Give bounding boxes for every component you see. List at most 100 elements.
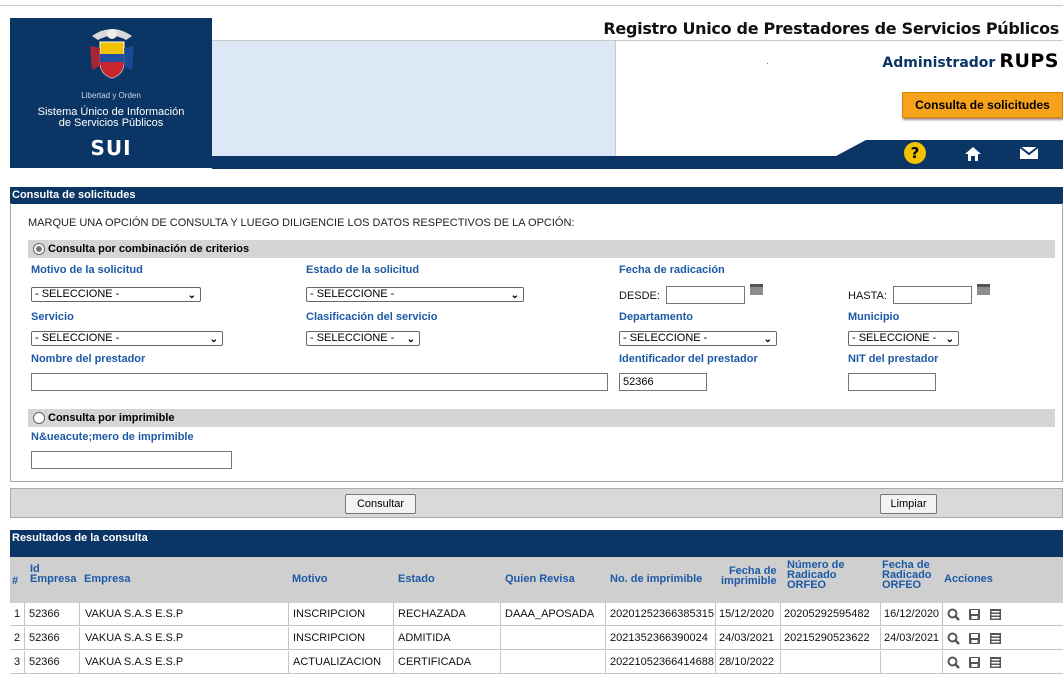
col-fecha-imprimible[interactable]: Fecha de imprimible — [721, 566, 777, 587]
departamento-select[interactable]: - SELECCIONE - ⌄ — [619, 331, 777, 346]
chevron-down-icon: ⌄ — [510, 290, 519, 301]
municipio-select[interactable]: - SELECCIONE - ⌄ — [848, 331, 959, 346]
col-imprimible[interactable]: No. de imprimible — [610, 574, 702, 585]
form-instruction: MARQUE UNA OPCIÓN DE CONSULTA Y LUEGO DI… — [28, 217, 575, 229]
detail-icon[interactable] — [989, 608, 1002, 621]
desde-input[interactable] — [666, 286, 745, 304]
limpiar-button[interactable]: Limpiar — [880, 494, 937, 514]
cell-divider — [605, 603, 606, 626]
group-imprimible-header[interactable]: Consulta por imprimible — [28, 409, 1055, 427]
cell-divider — [393, 651, 394, 674]
cell-motivo: ACTUALIZACION — [293, 656, 382, 668]
search-icon[interactable] — [947, 632, 960, 645]
motivo-select[interactable]: - SELECCIONE - ⌄ — [31, 287, 201, 302]
cell-divider — [24, 603, 25, 626]
logo-system-name: Sistema Único de Información de Servicio… — [10, 107, 212, 129]
cell-divider — [942, 627, 943, 650]
cell-radicado: 20205292595482 — [784, 608, 870, 620]
cell-divider — [605, 651, 606, 674]
cell-divider — [880, 651, 881, 674]
chevron-down-icon: ⌄ — [209, 334, 218, 345]
consulta-solicitudes-button[interactable]: Consulta de solicitudes — [902, 92, 1063, 118]
group-criterios-header[interactable]: Consulta por combinación de criterios — [28, 240, 1055, 258]
hasta-input[interactable] — [893, 286, 972, 304]
nav-bar — [212, 156, 1063, 169]
cell-divider — [780, 651, 781, 674]
estado-select[interactable]: - SELECCIONE - ⌄ — [306, 287, 524, 302]
cell-num: 1 — [14, 608, 21, 620]
cell-divider — [715, 651, 716, 674]
clasificacion-select[interactable]: - SELECCIONE - ⌄ — [306, 331, 420, 346]
nit-input[interactable] — [848, 373, 936, 391]
cell-quien: DAAA_APOSADA — [505, 608, 595, 620]
cell-divider — [79, 627, 80, 650]
search-icon[interactable] — [947, 656, 960, 669]
municipio-select-value: - SELECCIONE - — [852, 332, 937, 344]
col-fecha-radicado[interactable]: Fecha de Radicado ORFEO — [882, 560, 932, 591]
imprimible-group-label: Consulta por imprimible — [48, 412, 175, 424]
col-num: # — [12, 575, 19, 587]
nombre-input[interactable] — [31, 373, 608, 391]
cell-id: 52366 — [29, 632, 60, 644]
criterios-label: Consulta por combinación de criterios — [48, 243, 250, 255]
cell-divider — [500, 627, 501, 650]
servicio-select[interactable]: - SELECCIONE - ⌄ — [31, 331, 223, 346]
save-icon[interactable] — [968, 608, 981, 621]
nav-bar-tab — [836, 140, 1063, 156]
hasta-label: HASTA: — [848, 290, 887, 302]
cell-fecha-imp: 24/03/2021 — [719, 632, 775, 644]
chevron-down-icon: ⌄ — [187, 290, 196, 301]
imprimible-radio[interactable] — [33, 412, 45, 424]
col-radicado[interactable]: Número de Radicado ORFEO — [787, 560, 844, 591]
chevron-down-icon: ⌄ — [945, 334, 954, 345]
results-dark-band — [10, 547, 1063, 557]
col-fecha-rad-line3: ORFEO — [882, 579, 922, 591]
detail-icon[interactable] — [989, 656, 1002, 669]
cell-divider — [79, 651, 80, 674]
cell-divider — [24, 651, 25, 674]
criterios-radio[interactable] — [33, 243, 45, 255]
home-icon[interactable] — [964, 146, 982, 162]
results-section-title: Resultados de la consulta — [10, 530, 1063, 547]
col-radicado-line3: ORFEO — [787, 579, 827, 591]
municipio-label: Municipio — [848, 311, 900, 323]
admin-label: Administrador RUPS — [882, 50, 1059, 72]
cell-id: 52366 — [29, 656, 60, 668]
cell-estado: CERTIFICADA — [398, 656, 472, 668]
cell-num: 2 — [14, 632, 21, 644]
motivo-label: Motivo de la solicitud — [31, 264, 143, 276]
calendar-icon[interactable] — [750, 284, 763, 295]
cell-imprimible: 20221052366414688 — [610, 656, 715, 668]
col-id[interactable]: Id Empresa — [30, 564, 76, 585]
col-empresa[interactable]: Empresa — [84, 574, 130, 585]
identificador-label: Identificador del prestador — [619, 353, 758, 365]
cell-radicado: 20215290523622 — [784, 632, 870, 644]
cell-divider — [79, 603, 80, 626]
logo-motto: Libertad y Orden — [81, 91, 141, 100]
sui-logo-block[interactable]: Libertad y Orden Sistema Único de Inform… — [10, 18, 212, 168]
search-icon[interactable] — [947, 608, 960, 621]
help-icon[interactable]: ? — [904, 142, 926, 164]
departamento-label: Departamento — [619, 311, 693, 323]
cell-divider — [288, 603, 289, 626]
save-icon[interactable] — [968, 632, 981, 645]
table-row: 2 52366 VAKUA S.A.S E.S.P INSCRIPCION ADMITI… — [10, 627, 1063, 650]
col-estado[interactable]: Estado — [398, 574, 435, 585]
servicio-label: Servicio — [31, 311, 74, 323]
cell-divider — [942, 603, 943, 626]
consultar-button[interactable]: Consultar — [345, 494, 416, 514]
cell-divider — [24, 627, 25, 650]
save-icon[interactable] — [968, 656, 981, 669]
nit-label: NIT del prestador — [848, 353, 939, 365]
cell-imprimible: 2021352366390024 — [610, 632, 708, 644]
col-fecha-imp-line2: imprimible — [721, 575, 777, 587]
col-acciones: Acciones — [944, 573, 993, 585]
identificador-input[interactable]: 52366 — [619, 373, 707, 391]
col-motivo[interactable]: Motivo — [292, 574, 327, 585]
detail-icon[interactable] — [989, 632, 1002, 645]
calendar-icon[interactable] — [977, 284, 990, 295]
col-quien[interactable]: Quien Revisa — [505, 574, 575, 585]
mail-icon[interactable] — [1019, 146, 1039, 160]
table-row: 3 52366 VAKUA S.A.S E.S.P ACTUALIZACION CERT… — [10, 651, 1063, 674]
imprimible-input[interactable] — [31, 451, 232, 469]
